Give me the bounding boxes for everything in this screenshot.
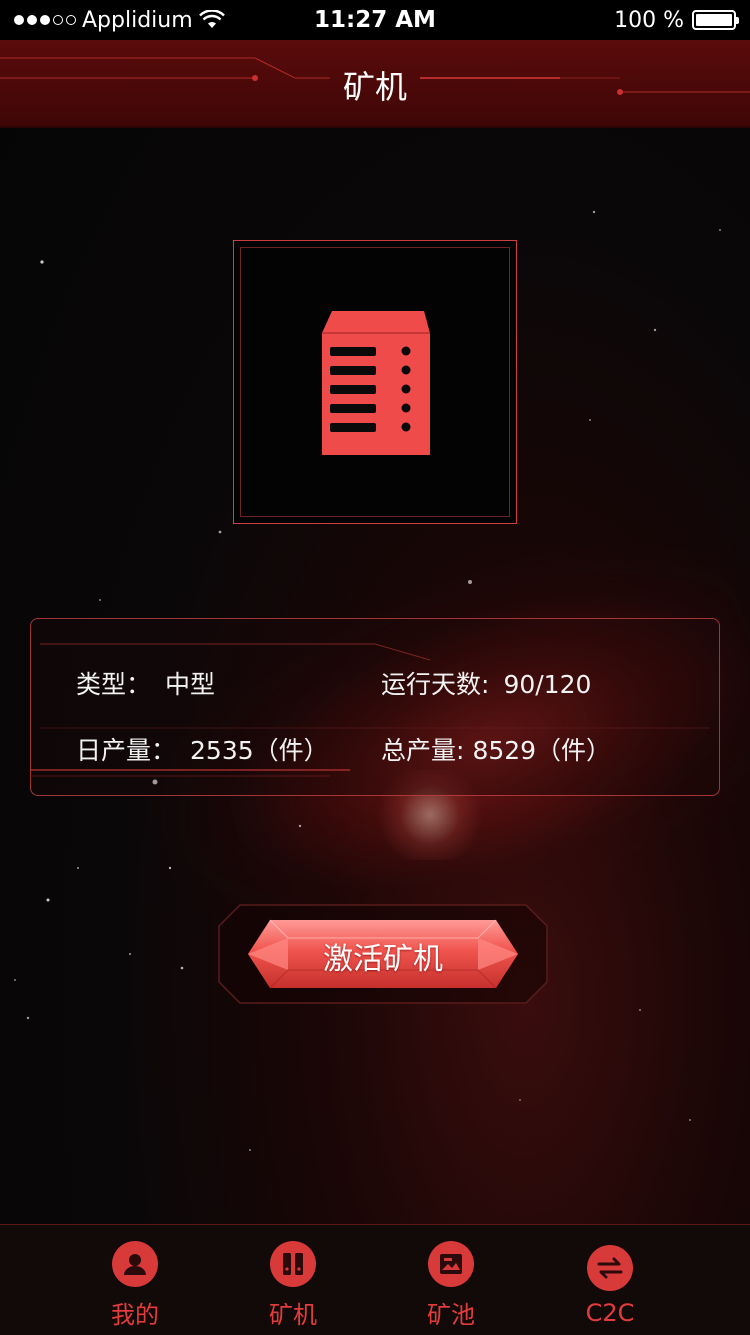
tab-pool-label: 矿池 xyxy=(427,1301,475,1329)
info-type: 类型： 中型 xyxy=(76,665,215,701)
tab-mine-label: 我的 xyxy=(111,1301,159,1329)
page-header: 矿机 xyxy=(0,40,750,128)
total-value: 8529（件） xyxy=(472,736,612,765)
exchange-icon xyxy=(587,1245,633,1291)
tab-miner[interactable]: 矿机 xyxy=(218,1225,368,1335)
info-total-output: 总产量: 8529（件） xyxy=(381,731,611,767)
info-daily-output: 日产量： 2535（件） xyxy=(76,731,329,767)
status-right: 100 % xyxy=(614,7,739,33)
tab-pool[interactable]: 矿池 xyxy=(376,1225,526,1335)
tab-miner-label: 矿机 xyxy=(269,1301,317,1329)
daily-label: 日产量： xyxy=(76,736,177,765)
activate-miner-button[interactable]: 激活矿机 xyxy=(218,904,548,1004)
pool-icon xyxy=(428,1241,474,1287)
tab-c2c-label: C2C xyxy=(585,1299,635,1327)
miner-icon xyxy=(270,1241,316,1287)
info-running-days: 运行天数: 90/120 xyxy=(381,665,591,701)
page-title: 矿机 xyxy=(342,68,407,106)
activate-miner-label: 激活矿机 xyxy=(323,942,443,977)
tab-c2c[interactable]: C2C xyxy=(535,1225,685,1335)
status-bar: Applidium 11:27 AM 100 % xyxy=(0,0,750,40)
days-value: 90/120 xyxy=(503,670,592,699)
daily-value: 2535（件） xyxy=(190,736,329,765)
tab-bar: 我的 矿机 矿池 C2C xyxy=(0,1224,750,1335)
total-label: 总产量: xyxy=(381,736,465,765)
battery-icon xyxy=(692,10,739,30)
days-label: 运行天数: xyxy=(381,670,490,699)
type-label: 类型： xyxy=(76,670,152,699)
server-icon xyxy=(322,311,430,455)
type-value: 中型 xyxy=(165,670,216,699)
battery-percentage: 100 % xyxy=(614,7,684,33)
user-icon xyxy=(112,1241,158,1287)
tab-mine[interactable]: 我的 xyxy=(60,1225,210,1335)
panel-decoration xyxy=(30,643,710,777)
miner-info-panel: 类型： 中型 运行天数: 90/120 日产量： 2535（件） 总产量: 8529（件… xyxy=(30,618,720,796)
miner-image-frame xyxy=(233,240,517,524)
